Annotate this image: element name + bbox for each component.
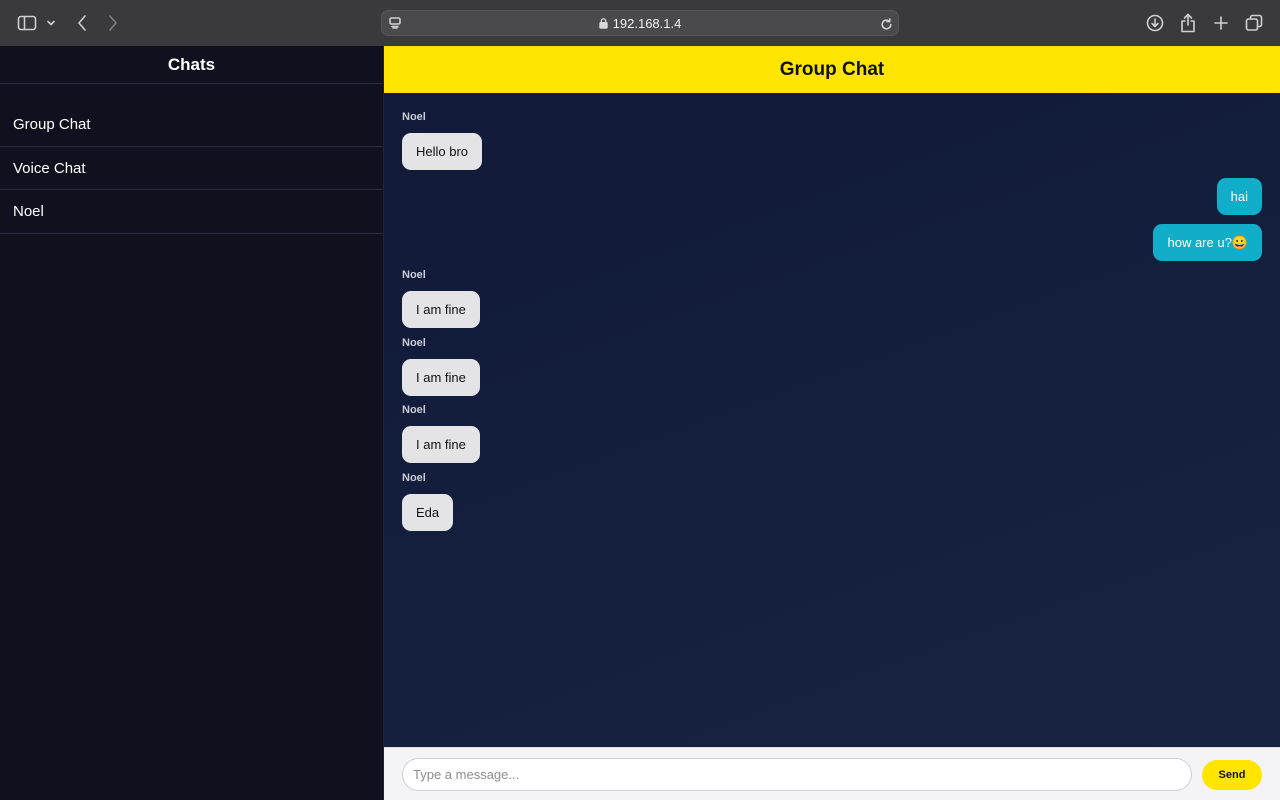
sidebar-title: Chats [0, 46, 383, 84]
message-bubble-incoming: I am fine [402, 359, 480, 396]
sidebar-item-noel[interactable]: Noel [0, 190, 383, 234]
message-input[interactable] [402, 758, 1192, 791]
url-text: 192.168.1.4 [612, 16, 682, 31]
browser-toolbar: 192.168.1.4 [0, 0, 1280, 46]
chat-main: Group Chat Noel Hello bro hai how are u?… [384, 46, 1280, 800]
tab-overview-icon[interactable] [1244, 13, 1264, 33]
message-bubble-outgoing: how are u?😀 [1153, 224, 1262, 261]
new-tab-icon[interactable] [1211, 13, 1231, 33]
back-icon[interactable] [72, 12, 92, 34]
chevron-down-icon[interactable] [45, 15, 57, 31]
message-bubble-incoming: Hello bro [402, 133, 483, 170]
address-bar[interactable]: 192.168.1.4 [381, 10, 899, 36]
chat-title: Group Chat [384, 46, 1280, 93]
chat-sidebar: Chats Group Chat Voice Chat Noel [0, 46, 384, 800]
sidebar-toggle-icon[interactable] [16, 13, 38, 33]
sidebar-item-group-chat[interactable]: Group Chat [0, 103, 383, 147]
downloads-icon[interactable] [1145, 13, 1165, 33]
message-bubble-outgoing: hai [1216, 178, 1262, 215]
message-sender: Noel [402, 111, 426, 123]
message-sender: Noel [402, 269, 426, 281]
reload-icon[interactable] [878, 16, 894, 32]
message-composer: Send [384, 747, 1280, 800]
url-display[interactable]: 192.168.1.4 [382, 11, 898, 37]
sidebar-item-voice-chat[interactable]: Voice Chat [0, 147, 383, 190]
share-icon[interactable] [1178, 12, 1198, 34]
message-sender: Noel [402, 337, 426, 349]
message-sender: Noel [402, 404, 426, 416]
lock-icon [598, 12, 608, 38]
message-list[interactable]: Noel Hello bro hai how are u?😀 Noel I am… [384, 93, 1280, 747]
chat-list: Group Chat Voice Chat Noel [0, 103, 383, 234]
forward-icon[interactable] [103, 12, 123, 34]
message-bubble-incoming: I am fine [402, 426, 480, 463]
message-bubble-incoming: I am fine [402, 291, 480, 328]
message-sender: Noel [402, 472, 426, 484]
message-bubble-incoming: Eda [402, 494, 454, 531]
send-button[interactable]: Send [1202, 760, 1262, 790]
